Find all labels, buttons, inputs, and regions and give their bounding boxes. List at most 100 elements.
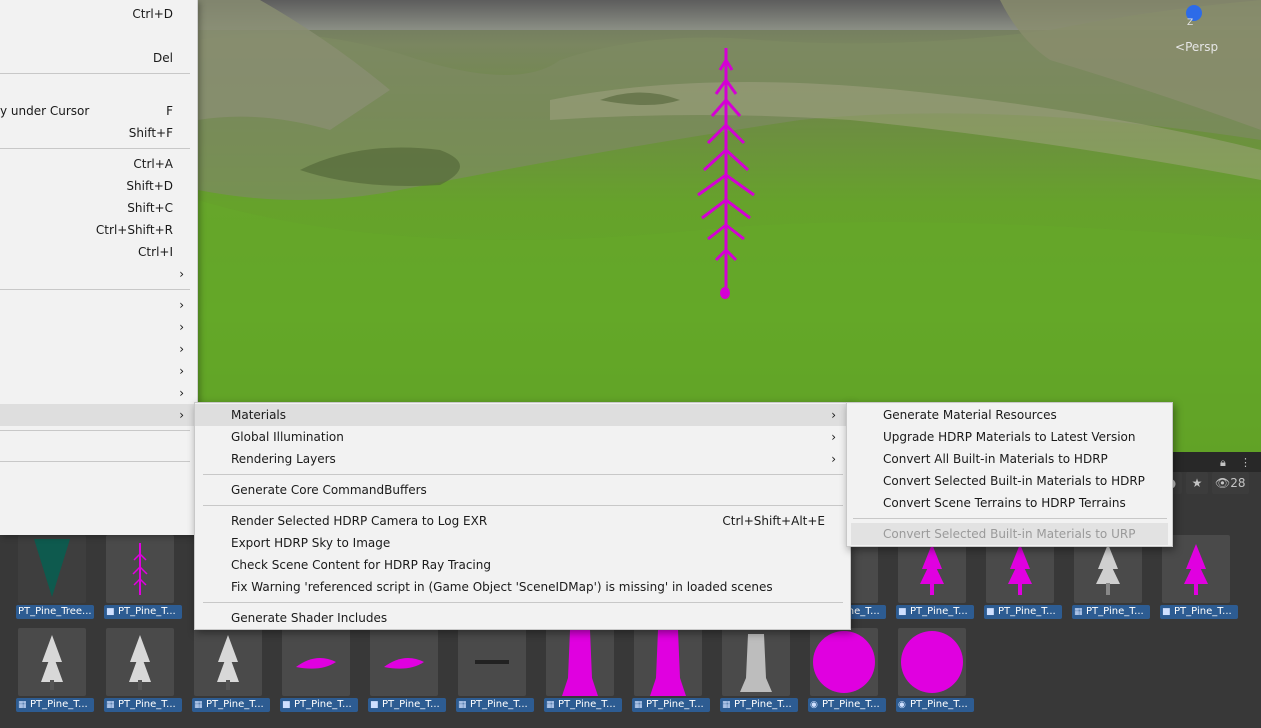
asset-label: ■PT_Pine_T...	[1160, 605, 1238, 619]
menu-item-convert-all-builtin[interactable]: Convert All Built-in Materials to HDRP	[847, 448, 1172, 470]
asset-item[interactable]: ◉ PT_Pine_T...	[796, 628, 886, 720]
menu-item-invert-selection[interactable]: Ctrl+I	[0, 241, 198, 263]
camera-projection-toggle[interactable]: <Persp	[1175, 40, 1218, 54]
asset-item[interactable]: ■PT_Pine_T...	[972, 535, 1062, 627]
menu-item-generate-material-resources[interactable]: Generate Material Resources	[847, 404, 1172, 426]
prefab-icon: ■	[106, 607, 115, 617]
menu-item-convert-selected-builtin[interactable]: Convert Selected Built-in Materials to H…	[847, 470, 1172, 492]
menu-separator	[853, 518, 1167, 519]
menu-separator	[0, 148, 190, 149]
menu-item-select-children[interactable]: Shift+C	[0, 197, 198, 219]
menu-item-render-camera-exr[interactable]: Render Selected HDRP Camera to Log EXR Ct…	[195, 510, 850, 532]
favorite-star-icon[interactable]: ★	[1186, 472, 1208, 494]
asset-thumbnail	[634, 628, 702, 696]
asset-label: ■PT_Pine_T...	[896, 605, 974, 619]
menu-item-fix-warning[interactable]: Fix Warning 'referenced script in (Game …	[195, 576, 850, 598]
asset-thumbnail	[546, 628, 614, 696]
menu-item-check-ray-tracing[interactable]: Check Scene Content for HDRP Ray Tracing	[195, 554, 850, 576]
chevron-right-icon: ›	[831, 452, 836, 466]
chevron-right-icon: ›	[179, 364, 184, 378]
menu-item-generate-shader-includes[interactable]: Generate Shader Includes	[195, 607, 850, 629]
pine-mesh-thumb-icon	[129, 635, 151, 690]
asset-item[interactable]: ▦ PT_Pine_T...	[444, 628, 534, 720]
mesh-icon: ▦	[18, 700, 27, 710]
prefab-icon: ■	[1162, 607, 1171, 617]
menu-item-submenu[interactable]: ›	[0, 294, 198, 316]
menu-item-rendering-pipeline[interactable]: ›	[0, 404, 198, 426]
branch-thumb-icon	[384, 658, 424, 669]
visibility-count: 28	[1230, 476, 1246, 490]
menu-item-frame-under-cursor[interactable]: y under Cursor F	[0, 100, 198, 122]
asset-item[interactable]: ▦ PT_Pine_T...	[1060, 535, 1150, 627]
asset-item[interactable]: ◉ PT_Pine_T...	[884, 628, 974, 720]
menu-item-deselect-all[interactable]: Shift+D	[0, 175, 198, 197]
menu-item-submenu[interactable]: ›	[0, 263, 198, 285]
materials-submenu: Generate Material Resources Upgrade HDRP…	[846, 402, 1173, 547]
menu-item-select-prefab-root[interactable]: Ctrl+Shift+R	[0, 219, 198, 241]
edit-menu: Ctrl+D Del y under Cursor F Shift+F Ctrl+…	[0, 0, 198, 535]
asset-label: ▦ PT_Pine_T...	[104, 698, 182, 712]
menu-item-upgrade-hdrp-materials[interactable]: Upgrade HDRP Materials to Latest Version	[847, 426, 1172, 448]
asset-item[interactable]: ▦ PT_Pine_T...	[180, 628, 270, 720]
menu-item-delete[interactable]: Del	[0, 47, 198, 69]
pine-thumb-icon	[920, 544, 944, 595]
chevron-right-icon: ›	[179, 267, 184, 281]
menu-item-convert-to-urp: Convert Selected Built-in Materials to U…	[851, 523, 1168, 545]
menu-item-select-all[interactable]: Ctrl+A	[0, 153, 198, 175]
asset-item[interactable]: ■PT_Pine_T...	[92, 535, 182, 627]
asset-item[interactable]: ▦ PT_Pine_T...	[532, 628, 622, 720]
menu-item-global-illumination[interactable]: Global Illumination ›	[195, 426, 850, 448]
menu-separator	[0, 289, 190, 290]
pine-mesh-thumb-icon	[1096, 544, 1120, 595]
asset-item[interactable]: ▦ PT_Pine_T...	[92, 628, 182, 720]
asset-label: ■PT_Pine_T...	[368, 698, 446, 712]
menu-item-rendering-layers[interactable]: Rendering Layers ›	[195, 448, 850, 470]
branch-thumb-icon	[296, 658, 336, 669]
sphere-material-icon	[901, 631, 963, 693]
menu-item-lock-view[interactable]: Shift+F	[0, 122, 198, 144]
asset-thumbnail	[282, 628, 350, 696]
visibility-toggle[interactable]: 👁︎ 28	[1212, 472, 1249, 494]
asset-item[interactable]: ■PT_Pine_T...	[1148, 535, 1238, 627]
pine-thumb-icon	[1184, 544, 1208, 595]
asset-item[interactable]: ■PT_Pine_T...	[356, 628, 446, 720]
mesh-icon: ▦	[634, 700, 643, 710]
menu-item-materials[interactable]: Materials ›	[195, 404, 850, 426]
asset-item[interactable]: ▦ PT_Pine_T...	[4, 628, 94, 720]
asset-label: ▦ PT_Pine_T...	[1072, 605, 1150, 619]
pine-mesh-thumb-icon	[41, 635, 63, 690]
more-options-icon[interactable]: ⋮	[1240, 456, 1251, 469]
menu-item-submenu[interactable]: ›	[0, 316, 198, 338]
menu-item-convert-terrains[interactable]: Convert Scene Terrains to HDRP Terrains	[847, 492, 1172, 514]
asset-thumbnail	[370, 628, 438, 696]
menu-item-submenu[interactable]: ›	[0, 338, 198, 360]
asset-thumbnail	[722, 628, 790, 696]
asset-item[interactable]: PT_Pine_Tree...	[4, 535, 94, 627]
menu-separator	[203, 505, 843, 506]
menu-item-submenu[interactable]: ›	[0, 360, 198, 382]
material-icon: ◉	[898, 700, 906, 710]
asset-item[interactable]: ▦ PT_Pine_T...	[708, 628, 798, 720]
chevron-right-icon: ›	[179, 298, 184, 312]
asset-label: PT_Pine_Tree...	[16, 605, 94, 619]
pine-thumb-icon	[1008, 544, 1032, 595]
lock-icon[interactable]: 🔒︎	[1220, 456, 1226, 470]
asset-label: ▦ PT_Pine_T...	[16, 698, 94, 712]
asset-thumbnail	[106, 535, 174, 603]
asset-label: ▦ PT_Pine_T...	[192, 698, 270, 712]
asset-thumbnail	[18, 628, 86, 696]
sphere-material-icon	[813, 631, 875, 693]
asset-item[interactable]: ■PT_Pine_T...	[884, 535, 974, 627]
gizmo-axis-label: Z	[1187, 18, 1194, 28]
asset-item[interactable]: ▦ PT_Pine_T...	[620, 628, 710, 720]
asset-item[interactable]: ■PT_Pine_T...	[268, 628, 358, 720]
menu-item-generate-core-commandbuffers[interactable]: Generate Core CommandBuffers	[195, 479, 850, 501]
mesh-icon: ▦	[106, 700, 115, 710]
menu-item-export-sky[interactable]: Export HDRP Sky to Image	[195, 532, 850, 554]
menu-separator	[203, 474, 843, 475]
menu-item-submenu[interactable]: ›	[0, 382, 198, 404]
chevron-right-icon: ›	[831, 408, 836, 422]
trunk-thumb-icon	[562, 630, 598, 696]
menu-item-duplicate[interactable]: Ctrl+D	[0, 3, 198, 25]
mesh-icon: ◉	[810, 700, 818, 710]
